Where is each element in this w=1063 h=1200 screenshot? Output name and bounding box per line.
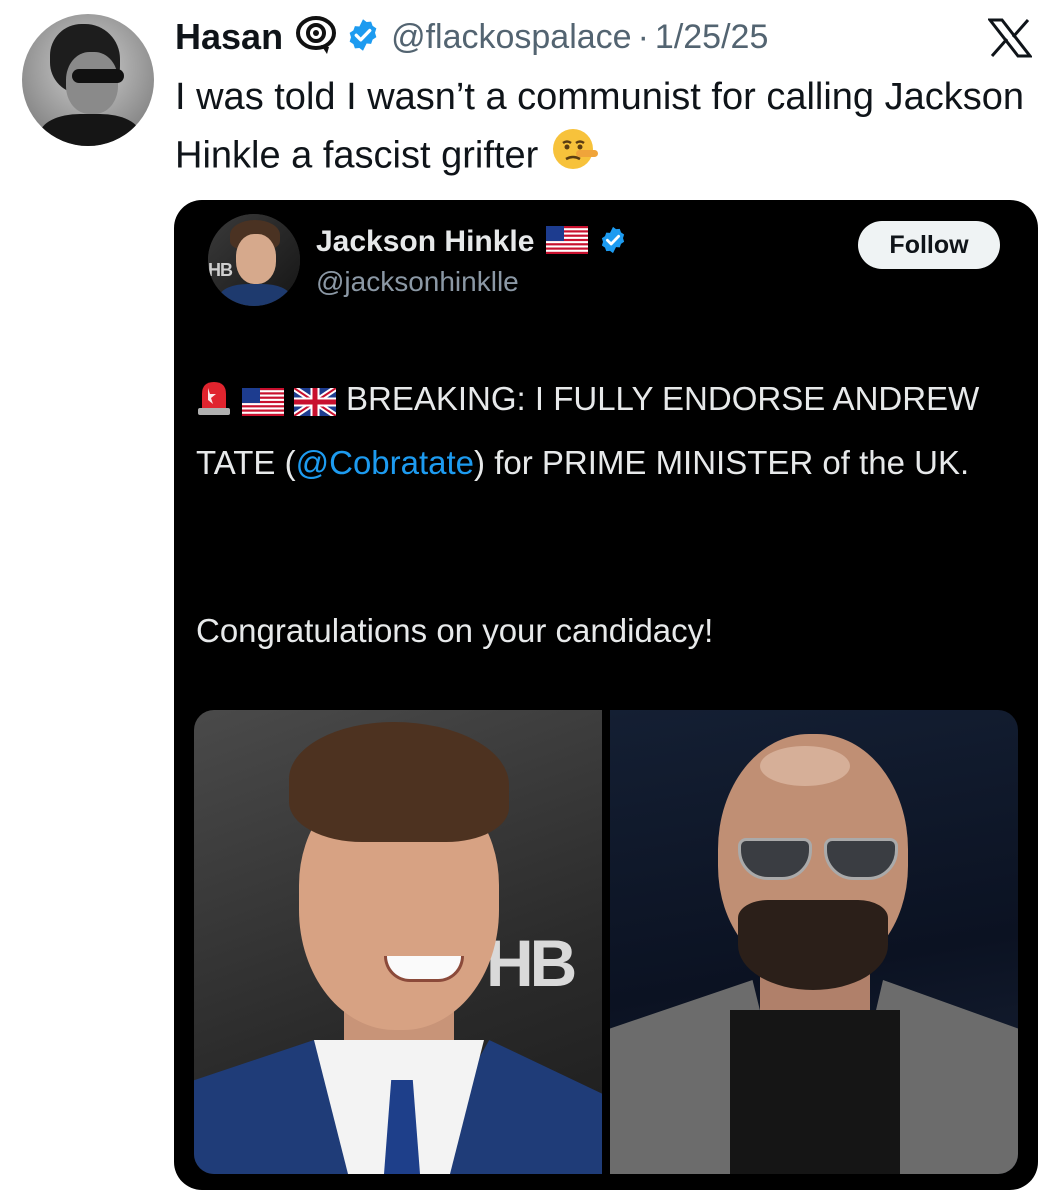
avatar-overlay-text: HB [208, 260, 233, 280]
media-photo-right[interactable] [610, 710, 1018, 1174]
body-emoji-group [196, 376, 338, 434]
photo-backdrop-logo-text: HB [486, 926, 577, 1000]
quoted-tweet-header: Jackson Hinkle [316, 220, 628, 264]
x-logo-icon[interactable] [986, 18, 1034, 58]
avatar-suit [220, 284, 290, 306]
quoted-tweet-body: BREAKING: I FULLY ENDORSE ANDREW TATE (@… [196, 370, 1016, 492]
media-photo-left[interactable]: HB [194, 710, 602, 1174]
author-display-name[interactable]: Hasan [175, 16, 283, 58]
us-flag-icon [242, 376, 284, 434]
quoted-author-display-name[interactable]: Jackson Hinkle [316, 225, 534, 259]
body-text-after-mention: ) for PRIME MINISTER of the UK. [474, 444, 970, 481]
tweet-date[interactable]: 1/25/25 [655, 18, 768, 57]
follow-button[interactable]: Follow [858, 221, 1000, 269]
tweet-header: Hasan @flackospalace · 1/25/25 [175, 14, 768, 60]
author-avatar[interactable] [22, 14, 154, 146]
quoted-author-avatar[interactable]: HB [208, 214, 300, 306]
tweet-text-content: I was told I wasn’t a communist for call… [175, 76, 1025, 177]
separator-dot: · [637, 17, 649, 56]
uk-flag-icon [292, 376, 338, 434]
tweet-text: I was told I wasn’t a communist for call… [175, 68, 1035, 189]
photo-hair [289, 722, 509, 842]
avatar-face [236, 234, 276, 284]
verified-badge-icon [345, 17, 381, 58]
author-handle[interactable]: @flackospalace [391, 18, 632, 57]
quoted-tweet-congrats: Congratulations on your candidacy! [196, 612, 714, 649]
mention-link[interactable]: @Cobratate [296, 444, 474, 481]
photo-shirt [730, 1010, 900, 1174]
avatar-jacket [40, 114, 140, 146]
quoted-tweet-card[interactable]: HB Jackson Hinkle @jacksonhinklle Follow… [174, 200, 1038, 1190]
avatar-face [66, 52, 118, 114]
photo-beard [738, 900, 888, 990]
photo-head-shine [760, 746, 850, 786]
avatar-sunglasses [72, 69, 124, 83]
eye-target-badge-icon [295, 14, 337, 61]
quoted-author-handle[interactable]: @jacksonhinklle [316, 266, 519, 298]
siren-emoji-icon [196, 376, 232, 434]
verified-badge-icon [598, 225, 628, 260]
us-flag-icon [546, 225, 589, 259]
lying-face-emoji-icon [552, 126, 599, 189]
